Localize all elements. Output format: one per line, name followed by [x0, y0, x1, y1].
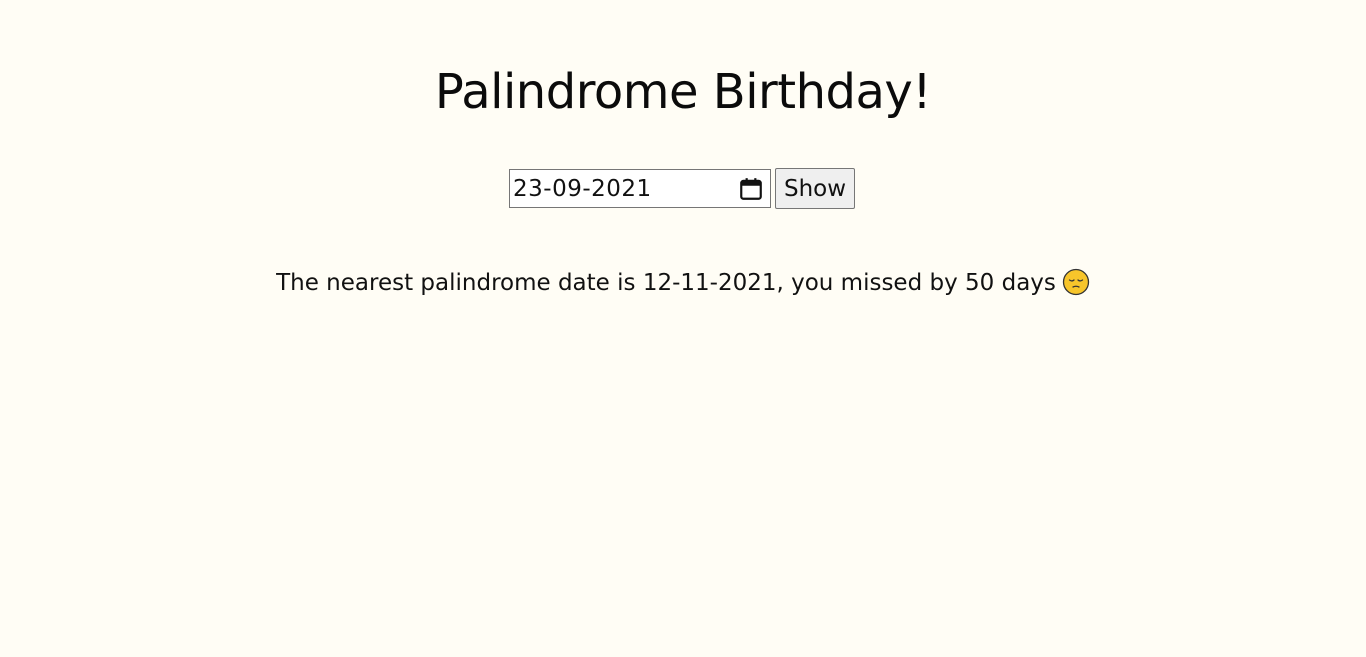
- pensive-face-icon: [1062, 268, 1090, 296]
- show-button[interactable]: Show: [775, 168, 855, 209]
- birthday-form: 23-09-2021 Show: [509, 168, 855, 209]
- date-input-value: 23-09-2021: [513, 175, 652, 202]
- page: Palindrome Birthday! 23-09-2021 Show The…: [0, 0, 1366, 657]
- calendar-icon[interactable]: [738, 176, 764, 202]
- birthday-date-input[interactable]: 23-09-2021: [509, 169, 771, 208]
- result-output: The nearest palindrome date is 12-11-202…: [0, 266, 1366, 300]
- page-title: Palindrome Birthday!: [434, 64, 932, 120]
- result-message: The nearest palindrome date is 12-11-202…: [276, 270, 1056, 296]
